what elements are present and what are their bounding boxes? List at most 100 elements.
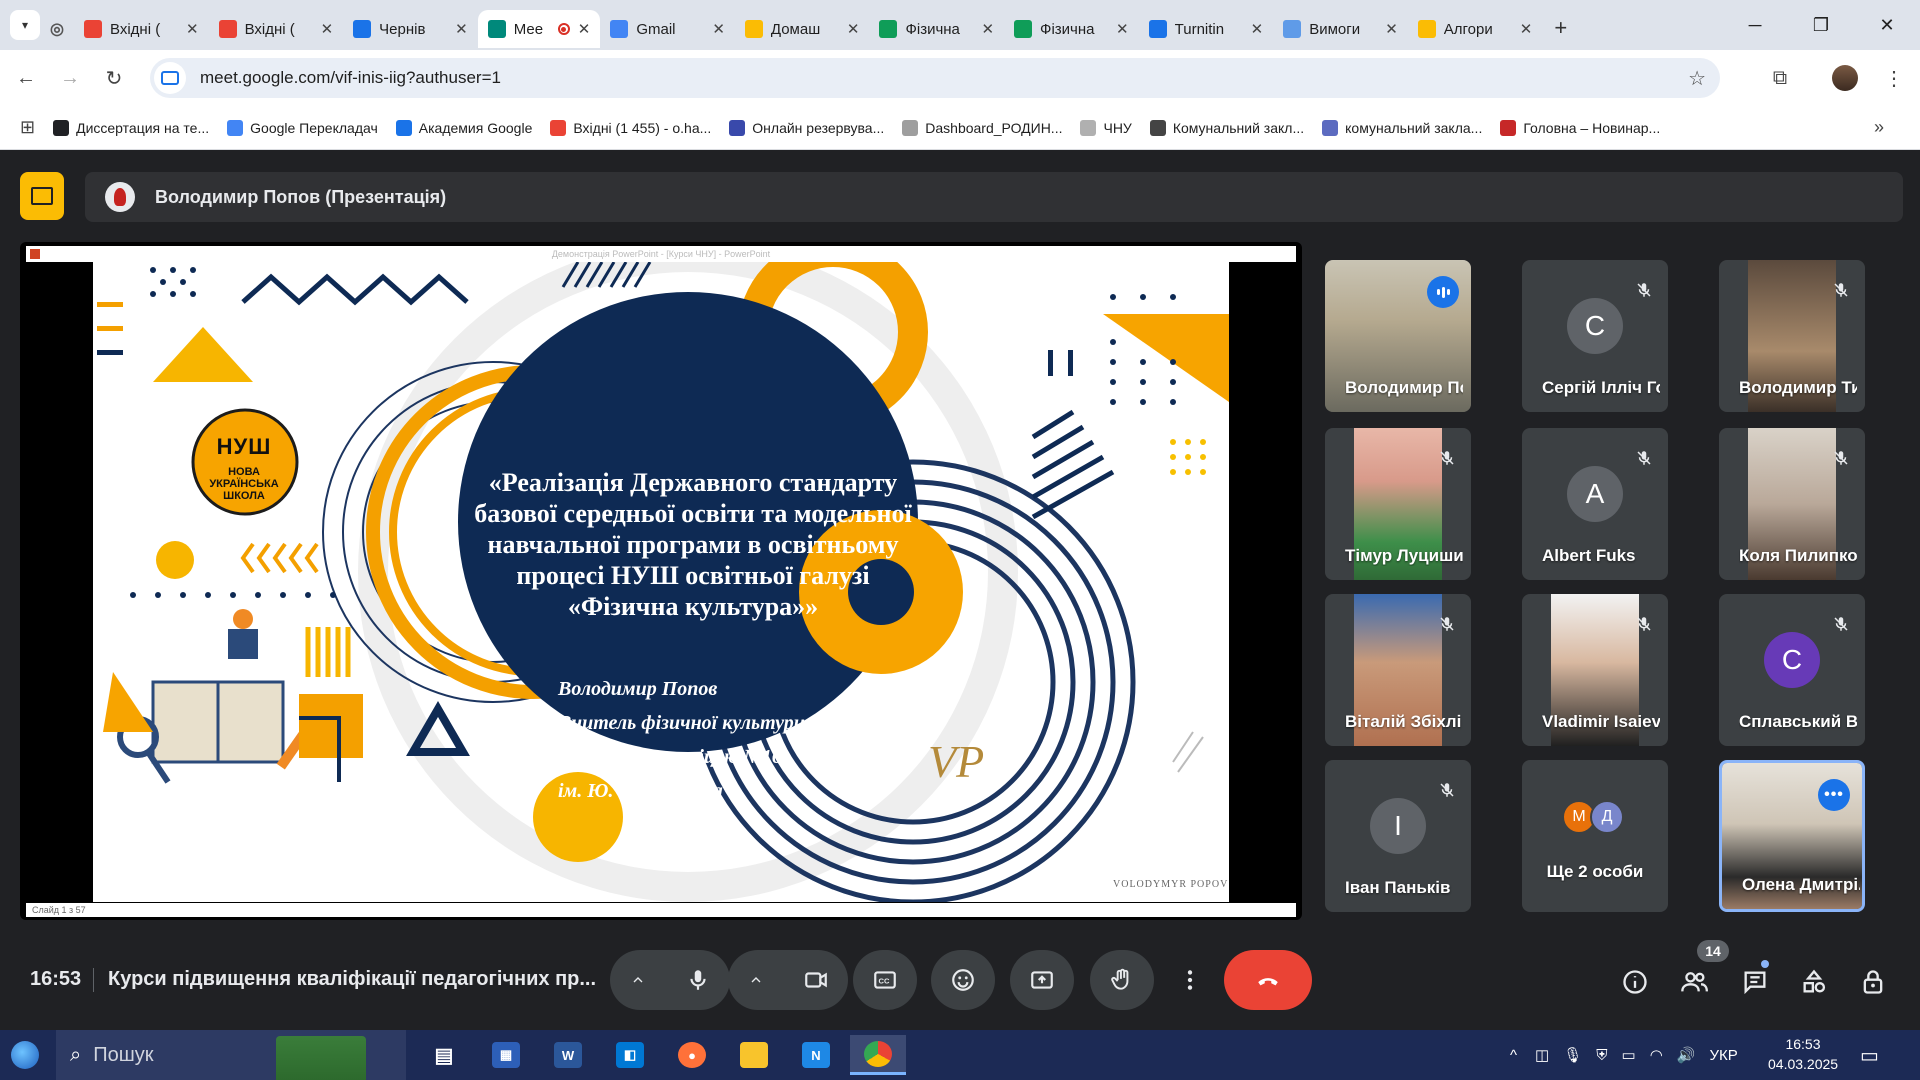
close-window-button[interactable]: ✕ (1854, 0, 1920, 50)
camera-control[interactable] (728, 950, 848, 1010)
browser-tab[interactable]: Turnitin ✕ (1139, 10, 1274, 48)
presentation-icon[interactable] (20, 172, 64, 220)
notifications-icon[interactable]: ▭ (1860, 1030, 1879, 1080)
close-tab-icon[interactable]: ✕ (455, 20, 468, 38)
new-tab-button[interactable]: + (1554, 15, 1567, 41)
bookmark-item[interactable]: Комунальний закл... (1149, 119, 1304, 136)
security-icon[interactable]: ⛨ (1596, 1047, 1607, 1064)
microphone-control[interactable] (610, 950, 730, 1010)
close-tab-icon[interactable]: ✕ (578, 20, 591, 38)
bookmark-item[interactable]: Google Перекладач (227, 119, 378, 136)
leave-call-button[interactable] (1224, 950, 1312, 1010)
bookmark-item[interactable]: Онлайн резервува... (729, 119, 884, 136)
bookmark-item[interactable]: Dashboard_РОДИН... (902, 119, 1062, 136)
participant-tile[interactable]: Vladimir Isaiev (1522, 594, 1668, 746)
taskbar-app-store[interactable]: ◧ (602, 1035, 658, 1075)
close-tab-icon[interactable]: ✕ (712, 20, 725, 38)
participant-tile[interactable]: М Д Ще 2 особи (1522, 760, 1668, 912)
taskbar-app-firefox[interactable]: ● (664, 1035, 720, 1075)
reactions-button[interactable] (931, 950, 995, 1010)
tile-options-icon[interactable]: ••• (1818, 779, 1850, 811)
browser-tab[interactable]: Чернів ✕ (343, 10, 478, 48)
battery-icon[interactable]: ▭ (1622, 1046, 1636, 1064)
browser-tab[interactable]: Вимоги ✕ (1273, 10, 1408, 48)
reload-button[interactable]: ↻ (96, 60, 132, 96)
bookmark-item[interactable]: комунальний закла... (1322, 119, 1482, 136)
people-button[interactable] (1674, 962, 1714, 1002)
volume-icon[interactable]: 🔊 (1677, 1046, 1696, 1064)
forward-button[interactable]: → (52, 60, 88, 96)
chevron-up-icon[interactable] (630, 972, 646, 988)
apps-grid-icon[interactable]: ⊞ (20, 117, 35, 138)
start-button[interactable] (0, 1030, 50, 1080)
site-info-icon[interactable] (154, 62, 186, 94)
bookmarks-overflow-icon[interactable]: » (1874, 117, 1884, 138)
url-text[interactable]: meet.google.com/vif-inis-iig?authuser=1 (200, 68, 501, 88)
camera-tray-icon[interactable]: ◫ (1535, 1046, 1549, 1064)
taskbar-app-n[interactable]: N (788, 1035, 844, 1075)
close-tab-icon[interactable]: ✕ (981, 20, 994, 38)
close-tab-icon[interactable]: ✕ (1116, 20, 1129, 38)
network-icon[interactable]: ◠ (1650, 1046, 1663, 1064)
participant-tile[interactable]: ••• Олена Дмитрі... (1719, 760, 1865, 912)
browser-tab[interactable]: Мее ✕ (477, 10, 601, 48)
close-tab-icon[interactable]: ✕ (321, 20, 334, 38)
taskbar-app-word[interactable]: W (540, 1035, 596, 1075)
microphone-tray-icon[interactable]: 🎙 (1563, 1046, 1582, 1064)
close-tab-icon[interactable]: ✕ (1385, 20, 1398, 38)
extensions-icon[interactable]: ⧉ (1762, 60, 1798, 96)
taskbar-search[interactable]: ⌕ Пошук (56, 1030, 406, 1080)
browser-tab[interactable]: Алгори ✕ (1408, 10, 1543, 48)
taskbar-app-explorer[interactable] (726, 1035, 782, 1075)
task-view-button[interactable]: ▤ (416, 1035, 472, 1075)
participant-tile[interactable]: Коля Пилипко (1719, 428, 1865, 580)
system-clock[interactable]: 16:53 04.03.2025 (1768, 1034, 1838, 1074)
microphone-icon[interactable] (685, 967, 711, 993)
tab-group-icon[interactable]: ◎ (40, 10, 74, 48)
omnibox[interactable]: meet.google.com/vif-inis-iig?authuser=1 … (150, 58, 1720, 98)
close-tab-icon[interactable]: ✕ (1520, 20, 1533, 38)
taskbar-app-calendar[interactable]: ▦ (478, 1035, 534, 1075)
captions-button[interactable]: CC (853, 950, 917, 1010)
bookmark-item[interactable]: Головна – Новинар... (1500, 119, 1660, 136)
minimize-button[interactable]: ─ (1722, 0, 1788, 50)
tray-overflow-icon[interactable]: ^ (1510, 1047, 1517, 1064)
tab-search-button[interactable]: ▾ (10, 10, 40, 40)
participant-tile[interactable]: С Сплавський В... (1719, 594, 1865, 746)
back-button[interactable]: ← (8, 60, 44, 96)
browser-tab[interactable]: Фізична ✕ (1004, 10, 1139, 48)
participant-tile[interactable]: C Сергій Ілліч Го... (1522, 260, 1668, 412)
language-indicator[interactable]: УКР (1710, 1047, 1738, 1064)
bookmark-star-icon[interactable]: ☆ (1688, 66, 1706, 91)
participant-tile[interactable]: Віталій Збіхлі (1325, 594, 1471, 746)
bookmark-item[interactable]: Академия Google (395, 119, 532, 136)
browser-tab[interactable]: Домаш ✕ (735, 10, 870, 48)
restore-button[interactable]: ❐ (1788, 0, 1854, 50)
more-options-button[interactable] (1168, 950, 1212, 1010)
participant-tile[interactable]: І Іван Паньків (1325, 760, 1471, 912)
profile-avatar[interactable] (1827, 60, 1863, 96)
participant-tile[interactable]: Володимир По... (1325, 260, 1471, 412)
participant-tile[interactable]: Володимир Ти... (1719, 260, 1865, 412)
bookmark-item[interactable]: Вхідні (1 455) - o.ha... (550, 119, 711, 136)
browser-tab[interactable]: Фізична ✕ (869, 10, 1004, 48)
chevron-up-icon[interactable] (748, 972, 764, 988)
meeting-details-button[interactable] (1615, 962, 1655, 1002)
close-tab-icon[interactable]: ✕ (847, 20, 860, 38)
taskbar-app-chrome[interactable] (850, 1035, 906, 1075)
browser-tab[interactable]: Вхідні (✕ (74, 10, 209, 48)
present-button[interactable] (1010, 950, 1074, 1010)
browser-tab[interactable]: Вхідні (✕ (209, 10, 344, 48)
host-controls-button[interactable] (1853, 962, 1893, 1002)
bookmark-item[interactable]: ЧНУ (1080, 119, 1132, 136)
browser-tab[interactable]: Gmail ✕ (600, 10, 735, 48)
participant-tile[interactable]: A Albert Fuks (1522, 428, 1668, 580)
chat-button[interactable] (1735, 962, 1775, 1002)
raise-hand-button[interactable] (1090, 950, 1154, 1010)
browser-menu-icon[interactable]: ⋮ (1876, 60, 1912, 96)
bookmark-item[interactable]: Диссертация на те... (53, 119, 209, 136)
participant-tile[interactable]: Тімур Луцишин (1325, 428, 1471, 580)
close-tab-icon[interactable]: ✕ (1251, 20, 1264, 38)
close-tab-icon[interactable]: ✕ (186, 20, 199, 38)
camera-icon[interactable] (803, 967, 829, 993)
